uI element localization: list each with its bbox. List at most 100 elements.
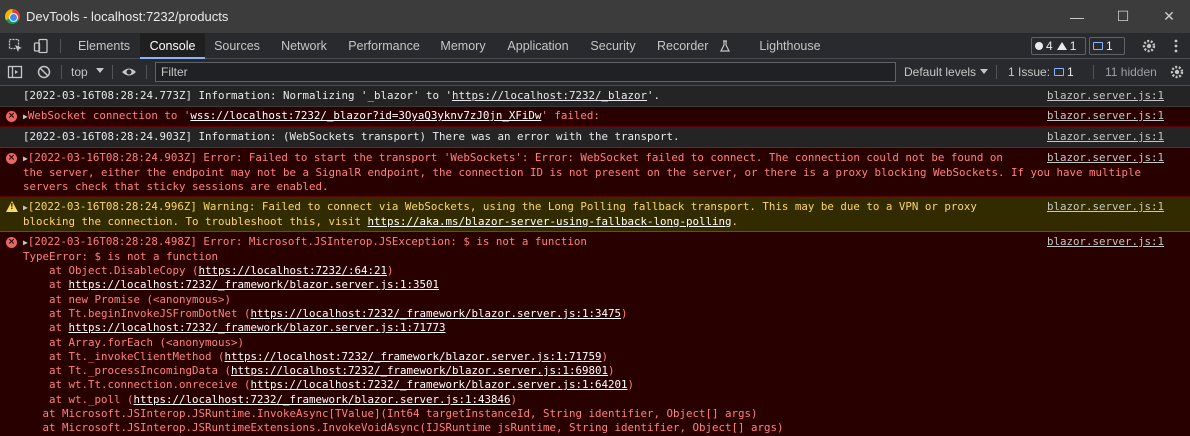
title-bar: DevTools - localhost:7232/products — ☐ ✕ [0, 0, 1190, 33]
tab-elements[interactable]: Elements [68, 33, 140, 59]
source-link[interactable]: blazor.server.js:1 [1047, 130, 1164, 145]
message-line-2: the server, either the endpoint may not … [23, 165, 1142, 179]
log-levels-dropdown[interactable]: Default levels [904, 65, 976, 79]
experiment-flask-icon [720, 40, 730, 52]
stack-frame-text: at Object.DisableCopy ( [23, 264, 199, 277]
stack-frame-text: at Tt.beginInvokeJSFromDotNet ( [23, 306, 251, 320]
warning-triangle-icon [1056, 42, 1067, 50]
tab-lighthouse[interactable]: Lighthouse [750, 33, 830, 59]
stack-frame-link[interactable]: https://localhost:7232/_framework/blazor… [231, 364, 608, 377]
stack-frame-suffix: ) [627, 378, 635, 392]
source-link[interactable]: blazor.server.js:1 [1047, 151, 1164, 166]
message-line-1: [2022-03-16T08:28:28.498Z] Error: Micros… [27, 235, 587, 248]
source-link[interactable]: blazor.server.js:1 [1047, 200, 1164, 215]
tab-network[interactable]: Network [270, 33, 338, 59]
toolbar-divider [996, 65, 997, 79]
stack-frame-text: at Tt._invokeClientMethod ( [23, 349, 225, 363]
messages-count: 1 [1106, 39, 1113, 53]
tab-sources[interactable]: Sources [205, 33, 269, 59]
stack-frame-text: at [23, 321, 69, 335]
messages-counter[interactable]: 1 [1089, 37, 1125, 55]
stack-frame: at Tt.beginInvokeJSFromDotNet (https://l… [23, 307, 628, 322]
toolbar-divider [112, 65, 113, 79]
device-toolbar-icon[interactable] [33, 38, 49, 54]
stack-frame: at Array.forEach (<anonymous>) [23, 336, 244, 351]
console-message-warning: ▶[2022-03-16T08:28:24.996Z] Warning: Fai… [0, 197, 1190, 232]
tab-console[interactable]: Console [140, 33, 205, 59]
stack-frame-text: at new Promise (<anonymous>) [23, 292, 232, 306]
message-link[interactable]: https://localhost:7232/_blazor [452, 89, 647, 102]
issues-count: 1 [1067, 65, 1074, 79]
error-dot-icon [1035, 42, 1043, 50]
message-link[interactable]: https://aka.ms/blazor-server-using-fallb… [368, 215, 732, 228]
tab-recorder[interactable]: Recorder [657, 33, 723, 59]
tab-application[interactable]: Application [497, 33, 579, 59]
stack-frame-text: at wt.Tt.connection.onreceive ( [23, 378, 251, 392]
sidebar-toggle-icon[interactable] [7, 64, 23, 80]
stack-frame-text: at Microsoft.JSInterop.JSRuntime.InvokeA… [23, 407, 758, 420]
stack-frame-suffix: ) [510, 392, 518, 406]
stack-frame-link[interactable]: https://localhost:7232/_framework/blazor… [69, 278, 440, 291]
minimize-button[interactable]: — [1054, 0, 1100, 33]
toolbar-divider [61, 65, 62, 79]
stack-frame-suffix: ) [608, 364, 615, 378]
tab-memory[interactable]: Memory [430, 33, 496, 59]
stack-frame-suffix: ) [387, 264, 394, 277]
stack-frame: at wt.Tt.connection.onreceive (https://l… [23, 378, 634, 393]
errors-warnings-counter[interactable]: 4 1 [1031, 37, 1086, 55]
stack-frame-link[interactable]: https://localhost:7232/_framework/blazor… [251, 378, 628, 391]
window-title: DevTools - localhost:7232/products [26, 9, 229, 24]
context-selector[interactable]: top [71, 65, 88, 79]
message-line-3: servers check that sticky sessions are e… [23, 180, 329, 193]
stack-frame-link[interactable]: https://localhost:7232/_framework/blazor… [134, 393, 511, 406]
stack-frame-text: at [23, 278, 69, 292]
stack-frame-link[interactable]: https://localhost:7232/_framework/blazor… [251, 307, 622, 320]
console-message-error: × ▶WebSocket connection to 'wss://localh… [0, 107, 1190, 127]
stack-frame: at Microsoft.JSInterop.JSRuntime.InvokeA… [23, 407, 758, 422]
toolbar-divider [60, 39, 61, 53]
settings-gear-icon[interactable] [1141, 38, 1157, 54]
message-line-1: [2022-03-16T08:28:24.903Z] Error: Failed… [27, 151, 1003, 164]
console-message-info: [2022-03-16T08:28:24.773Z] Information: … [0, 86, 1190, 107]
source-link[interactable]: blazor.server.js:1 [1047, 109, 1164, 124]
maximize-button[interactable]: ☐ [1100, 0, 1146, 33]
chevron-down-icon[interactable] [96, 68, 104, 73]
stack-frame: at Microsoft.JSInterop.JSRuntimeExtensio… [23, 421, 784, 436]
message-link[interactable]: wss://localhost:7232/_blazor?id=3OyaQ3yk… [190, 109, 541, 122]
stack-frame: at https://localhost:7232/_framework/bla… [23, 278, 439, 293]
hidden-messages-count: 11 hidden [1105, 65, 1157, 79]
stack-frame-suffix: ) [621, 306, 628, 320]
stack-frame-suffix: ) [601, 349, 609, 363]
issues-button[interactable]: 1 Issue: 1 [1005, 63, 1083, 81]
more-options-icon[interactable] [1168, 38, 1184, 54]
issue-message-icon [1054, 68, 1065, 76]
stack-frame-text: at Array.forEach (<anonymous>) [23, 335, 245, 349]
tab-performance[interactable]: Performance [340, 33, 428, 59]
stack-frame-link[interactable]: https://localhost:7232/_framework/blazor… [69, 321, 446, 334]
error-icon: × [6, 237, 17, 248]
toolbar-divider [1093, 65, 1094, 79]
message-text: WebSocket connection to ' [27, 109, 191, 122]
inspect-element-icon[interactable] [8, 38, 24, 54]
error-icon: × [6, 153, 17, 164]
errors-count: 4 [1046, 39, 1053, 53]
stack-frame: at Tt._invokeClientMethod (https://local… [23, 350, 608, 365]
console-output[interactable]: [2022-03-16T08:28:24.773Z] Information: … [0, 86, 1190, 436]
message-icon [1093, 42, 1103, 50]
close-button[interactable]: ✕ [1146, 0, 1190, 33]
stack-frame-link[interactable]: https://localhost:7232/:64:21 [199, 264, 388, 277]
source-link[interactable]: blazor.server.js:1 [1047, 235, 1164, 250]
devtools-tabs-bar: Elements Console Sources Network Perform… [0, 33, 1190, 59]
console-settings-gear-icon[interactable] [1169, 64, 1185, 80]
stack-frame-link[interactable]: https://localhost:7232/_framework/blazor… [225, 350, 602, 363]
live-expression-eye-icon[interactable] [121, 64, 137, 80]
source-link[interactable]: blazor.server.js:1 [1047, 89, 1164, 104]
clear-console-icon[interactable] [36, 64, 52, 80]
console-message-info: [2022-03-16T08:28:24.903Z] Information: … [0, 127, 1190, 148]
chrome-logo-icon [5, 9, 20, 24]
warnings-count: 1 [1069, 39, 1077, 53]
chevron-down-icon[interactable] [980, 69, 988, 74]
console-message-error: × ▶[2022-03-16T08:28:24.903Z] Error: Fai… [0, 148, 1190, 197]
filter-input[interactable] [155, 62, 896, 82]
tab-security[interactable]: Security [581, 33, 645, 59]
